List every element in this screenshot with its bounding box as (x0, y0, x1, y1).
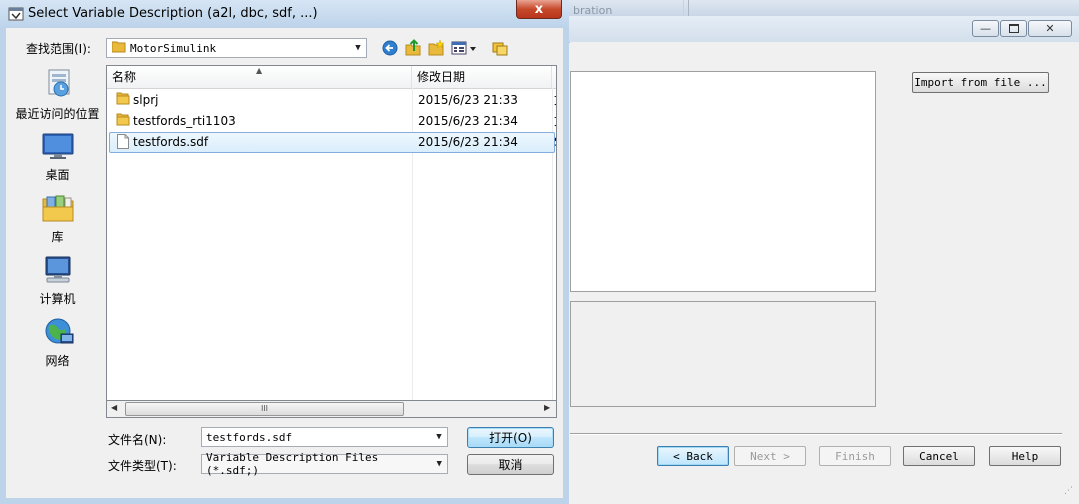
scroll-right-icon[interactable]: ▶ (544, 403, 550, 412)
chevron-down-icon: ▼ (355, 43, 361, 53)
computer-icon (45, 256, 70, 283)
filetype-select[interactable]: Variable Description Files (*.sdf;) ▼ (201, 451, 448, 477)
file-date: 2015/6/23 21:33 (418, 93, 518, 107)
close-icon: x (534, 1, 544, 17)
wizard-info-panel (570, 301, 876, 407)
place-computer-label: 计算机 (39, 292, 76, 306)
filetype-label: 文件类型(T): (108, 459, 177, 473)
folder-icon (111, 41, 126, 56)
look-in-value: MotorSimulink (130, 41, 217, 55)
file-name: testfords.sdf (133, 135, 209, 149)
folder-icon (116, 112, 130, 133)
file-extra: 文 (554, 111, 556, 132)
next-label: Next > (750, 449, 790, 463)
dialog-title: Select Variable Description (a2l, dbc, s… (28, 6, 318, 21)
background-tab[interactable]: bration (565, 0, 689, 17)
scroll-left-icon[interactable]: ◀ (111, 403, 117, 412)
column-header-name[interactable]: 名称 ▲ (107, 66, 412, 88)
folder-icon (116, 91, 130, 112)
finish-label: Finish (835, 449, 875, 463)
wizard-minimize-button[interactable]: — (972, 20, 999, 37)
column-header-extra[interactable] (552, 66, 556, 88)
wizard-close-button[interactable]: ✕ (1028, 20, 1072, 37)
file-row-selected[interactable]: testfords.sdf 2015/6/23 21:34 S (107, 132, 556, 155)
chevron-down-icon[interactable]: ▼ (431, 432, 447, 442)
sort-ascending-icon: ▲ (256, 66, 263, 75)
wizard-separator (570, 433, 1062, 435)
resize-grip-icon[interactable]: ⋰ (1064, 487, 1076, 500)
column-header-date[interactable]: 修改日期 (412, 66, 552, 88)
minimize-icon: — (980, 22, 991, 35)
import-from-file-button[interactable]: Import from file ... (912, 72, 1049, 93)
place-libraries[interactable]: 库 (10, 193, 105, 245)
view-menu-icon[interactable] (451, 40, 479, 56)
place-recent[interactable]: 最近访问的位置 (10, 68, 105, 122)
cancel-button[interactable]: 取消 (467, 454, 554, 475)
file-extra: 文 (554, 90, 556, 111)
file-list[interactable]: 名称 ▲ 修改日期 slprj 2015/6/23 21:33 文 testfo… (106, 65, 557, 401)
back-label: < Back (673, 449, 713, 463)
recent-places-icon (48, 69, 69, 97)
maximize-icon (1008, 24, 1019, 33)
wizard-cancel-button[interactable]: Cancel (903, 446, 975, 466)
scrollbar-thumb[interactable]: III (125, 402, 404, 416)
import-from-file-label: Import from file ... (914, 76, 1047, 89)
look-in-label: 查找范围(I): (26, 42, 91, 56)
cancel-label: 取消 (498, 458, 523, 472)
place-network[interactable]: 网络 (10, 317, 105, 369)
open-label: 打开(O) (489, 431, 532, 445)
column-name-label: 名称 (112, 70, 137, 84)
background-tab-area (683, 0, 1079, 16)
up-folder-icon[interactable] (405, 39, 421, 56)
scrollbar-grip: III (260, 404, 269, 413)
file-row[interactable]: testfords_rti1103 2015/6/23 21:34 文 (107, 111, 556, 133)
network-icon (45, 318, 73, 344)
wizard-maximize-button[interactable] (1000, 20, 1027, 37)
desktop-shortcut-icon[interactable] (492, 40, 508, 56)
filename-combo[interactable]: testfords.sdf ▼ (201, 427, 448, 447)
next-button[interactable]: Next > (734, 446, 806, 466)
file-date: 2015/6/23 21:34 (418, 114, 518, 128)
filename-value: testfords.sdf (206, 430, 293, 444)
help-button[interactable]: Help (989, 446, 1061, 466)
back-arrow-icon[interactable] (382, 40, 398, 56)
desktop-icon (42, 133, 73, 159)
dialog-close-button[interactable]: x (516, 0, 562, 19)
wizard-file-list-panel[interactable] (570, 71, 876, 292)
file-list-header: 名称 ▲ 修改日期 (107, 66, 556, 89)
app-icon (8, 6, 24, 25)
new-folder-icon[interactable] (428, 39, 445, 56)
horizontal-scrollbar[interactable]: ◀ III ▶ (106, 401, 557, 418)
place-computer[interactable]: 计算机 (10, 255, 105, 307)
file-name: testfords_rti1103 (133, 114, 236, 128)
libraries-icon (42, 195, 73, 222)
file-date: 2015/6/23 21:34 (418, 135, 518, 149)
look-in-combo[interactable]: MotorSimulink ▼ (106, 38, 367, 58)
wizard-cancel-label: Cancel (919, 449, 959, 463)
filename-label: 文件名(N): (108, 433, 167, 447)
finish-button[interactable]: Finish (819, 446, 891, 466)
back-button[interactable]: < Back (657, 446, 729, 466)
place-desktop-label: 桌面 (45, 168, 70, 182)
close-icon: ✕ (1045, 22, 1055, 35)
place-desktop[interactable]: 桌面 (10, 131, 105, 183)
place-libraries-label: 库 (51, 230, 64, 244)
column-date-label: 修改日期 (417, 70, 466, 84)
document-icon (117, 134, 129, 155)
file-name: slprj (133, 93, 159, 107)
file-extra: S (554, 132, 556, 153)
place-recent-label: 最近访问的位置 (15, 107, 100, 121)
chevron-down-icon[interactable]: ▼ (431, 459, 447, 469)
place-network-label: 网络 (45, 354, 70, 368)
help-label: Help (1011, 449, 1039, 463)
filetype-value: Variable Description Files (*.sdf;) (206, 451, 379, 477)
file-row[interactable]: slprj 2015/6/23 21:33 文 (107, 90, 556, 112)
open-button[interactable]: 打开(O) (467, 427, 554, 448)
